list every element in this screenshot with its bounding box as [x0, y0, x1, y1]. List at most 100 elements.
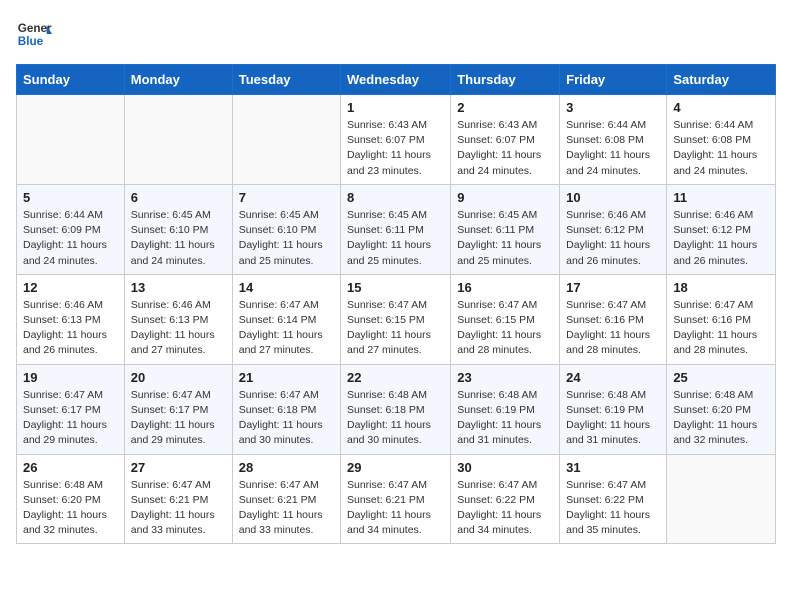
- calendar-week-4: 19 Sunrise: 6:47 AMSunset: 6:17 PMDayligh…: [17, 364, 776, 454]
- day-info: Sunrise: 6:48 AMSunset: 6:18 PMDaylight:…: [347, 388, 444, 449]
- day-info: Sunrise: 6:43 AMSunset: 6:07 PMDaylight:…: [347, 118, 444, 179]
- day-info: Sunrise: 6:43 AMSunset: 6:07 PMDaylight:…: [457, 118, 553, 179]
- day-info: Sunrise: 6:47 AMSunset: 6:21 PMDaylight:…: [131, 478, 226, 539]
- day-number: 19: [23, 370, 118, 385]
- day-number: 11: [673, 190, 769, 205]
- calendar-cell: 7 Sunrise: 6:45 AMSunset: 6:10 PMDaylight…: [232, 184, 340, 274]
- calendar-cell: 13Sunrise: 6:46 AMSunset: 6:13 PMDayligh…: [124, 274, 232, 364]
- calendar-cell: 22 Sunrise: 6:48 AMSunset: 6:18 PMDayligh…: [341, 364, 451, 454]
- calendar-cell: 11 Sunrise: 6:46 AMSunset: 6:12 PMDayligh…: [667, 184, 776, 274]
- day-info: Sunrise: 6:47 AMSunset: 6:22 PMDaylight:…: [457, 478, 553, 539]
- day-info: Sunrise: 6:47 AMSunset: 6:15 PMDaylight:…: [457, 298, 553, 359]
- day-info: Sunrise: 6:45 AMSunset: 6:10 PMDaylight:…: [239, 208, 334, 269]
- calendar-cell: 28 Sunrise: 6:47 AMSunset: 6:21 PMDayligh…: [232, 454, 340, 544]
- day-info: Sunrise: 6:47 AMSunset: 6:22 PMDaylight:…: [566, 478, 660, 539]
- calendar-cell: 21 Sunrise: 6:47 AMSunset: 6:18 PMDayligh…: [232, 364, 340, 454]
- day-number: 30: [457, 460, 553, 475]
- weekday-header-tuesday: Tuesday: [232, 65, 340, 95]
- day-info: Sunrise: 6:47 AMSunset: 6:16 PMDaylight:…: [673, 298, 769, 359]
- calendar-cell: 19 Sunrise: 6:47 AMSunset: 6:17 PMDayligh…: [17, 364, 125, 454]
- day-info: Sunrise: 6:46 AMSunset: 6:12 PMDaylight:…: [673, 208, 769, 269]
- day-info: Sunrise: 6:47 AMSunset: 6:14 PMDaylight:…: [239, 298, 334, 359]
- calendar-cell: 16 Sunrise: 6:47 AMSunset: 6:15 PMDayligh…: [451, 274, 560, 364]
- day-number: 4: [673, 100, 769, 115]
- calendar-cell: 14 Sunrise: 6:47 AMSunset: 6:14 PMDayligh…: [232, 274, 340, 364]
- calendar-cell: 8 Sunrise: 6:45 AMSunset: 6:11 PMDaylight…: [341, 184, 451, 274]
- calendar-cell: 30 Sunrise: 6:47 AMSunset: 6:22 PMDayligh…: [451, 454, 560, 544]
- day-number: 29: [347, 460, 444, 475]
- day-number: 21: [239, 370, 334, 385]
- day-number: 12: [23, 280, 118, 295]
- day-number: 9: [457, 190, 553, 205]
- calendar-cell: 1Sunrise: 6:43 AMSunset: 6:07 PMDaylight…: [341, 95, 451, 185]
- calendar-cell: 6Sunrise: 6:45 AMSunset: 6:10 PMDaylight…: [124, 184, 232, 274]
- day-number: 31: [566, 460, 660, 475]
- day-info: Sunrise: 6:44 AMSunset: 6:08 PMDaylight:…: [566, 118, 660, 179]
- day-info: Sunrise: 6:46 AMSunset: 6:13 PMDaylight:…: [131, 298, 226, 359]
- day-number: 18: [673, 280, 769, 295]
- day-info: Sunrise: 6:44 AMSunset: 6:09 PMDaylight:…: [23, 208, 118, 269]
- weekday-header-wednesday: Wednesday: [341, 65, 451, 95]
- calendar-cell: [667, 454, 776, 544]
- calendar-cell: 4 Sunrise: 6:44 AMSunset: 6:08 PMDaylight…: [667, 95, 776, 185]
- day-number: 26: [23, 460, 118, 475]
- day-info: Sunrise: 6:44 AMSunset: 6:08 PMDaylight:…: [673, 118, 769, 179]
- day-number: 10: [566, 190, 660, 205]
- calendar-week-1: 1Sunrise: 6:43 AMSunset: 6:07 PMDaylight…: [17, 95, 776, 185]
- day-info: Sunrise: 6:47 AMSunset: 6:21 PMDaylight:…: [239, 478, 334, 539]
- day-number: 2: [457, 100, 553, 115]
- day-info: Sunrise: 6:45 AMSunset: 6:11 PMDaylight:…: [347, 208, 444, 269]
- day-info: Sunrise: 6:48 AMSunset: 6:19 PMDaylight:…: [566, 388, 660, 449]
- calendar-cell: 23Sunrise: 6:48 AMSunset: 6:19 PMDayligh…: [451, 364, 560, 454]
- day-number: 24: [566, 370, 660, 385]
- day-number: 23: [457, 370, 553, 385]
- day-number: 7: [239, 190, 334, 205]
- day-info: Sunrise: 6:47 AMSunset: 6:18 PMDaylight:…: [239, 388, 334, 449]
- page-header: General Blue: [16, 16, 776, 52]
- day-info: Sunrise: 6:45 AMSunset: 6:11 PMDaylight:…: [457, 208, 553, 269]
- logo: General Blue: [16, 16, 52, 52]
- day-number: 8: [347, 190, 444, 205]
- day-info: Sunrise: 6:46 AMSunset: 6:12 PMDaylight:…: [566, 208, 660, 269]
- day-number: 16: [457, 280, 553, 295]
- calendar-cell: 15Sunrise: 6:47 AMSunset: 6:15 PMDayligh…: [341, 274, 451, 364]
- day-info: Sunrise: 6:47 AMSunset: 6:17 PMDaylight:…: [23, 388, 118, 449]
- day-number: 3: [566, 100, 660, 115]
- day-number: 6: [131, 190, 226, 205]
- day-number: 20: [131, 370, 226, 385]
- calendar-cell: 25 Sunrise: 6:48 AMSunset: 6:20 PMDayligh…: [667, 364, 776, 454]
- day-number: 28: [239, 460, 334, 475]
- day-number: 27: [131, 460, 226, 475]
- calendar-cell: 2 Sunrise: 6:43 AMSunset: 6:07 PMDaylight…: [451, 95, 560, 185]
- day-info: Sunrise: 6:47 AMSunset: 6:15 PMDaylight:…: [347, 298, 444, 359]
- calendar-cell: 29 Sunrise: 6:47 AMSunset: 6:21 PMDayligh…: [341, 454, 451, 544]
- calendar-cell: 20Sunrise: 6:47 AMSunset: 6:17 PMDayligh…: [124, 364, 232, 454]
- calendar-cell: 31 Sunrise: 6:47 AMSunset: 6:22 PMDayligh…: [560, 454, 667, 544]
- calendar-table: SundayMondayTuesdayWednesdayThursdayFrid…: [16, 64, 776, 544]
- weekday-header-monday: Monday: [124, 65, 232, 95]
- day-number: 14: [239, 280, 334, 295]
- day-info: Sunrise: 6:48 AMSunset: 6:20 PMDaylight:…: [673, 388, 769, 449]
- day-number: 5: [23, 190, 118, 205]
- calendar-cell: 12 Sunrise: 6:46 AMSunset: 6:13 PMDayligh…: [17, 274, 125, 364]
- day-info: Sunrise: 6:47 AMSunset: 6:16 PMDaylight:…: [566, 298, 660, 359]
- calendar-cell: 27 Sunrise: 6:47 AMSunset: 6:21 PMDayligh…: [124, 454, 232, 544]
- day-number: 22: [347, 370, 444, 385]
- weekday-header-saturday: Saturday: [667, 65, 776, 95]
- weekday-header-thursday: Thursday: [451, 65, 560, 95]
- logo-icon: General Blue: [16, 16, 52, 52]
- calendar-cell: [232, 95, 340, 185]
- calendar-cell: 17 Sunrise: 6:47 AMSunset: 6:16 PMDayligh…: [560, 274, 667, 364]
- calendar-week-5: 26Sunrise: 6:48 AMSunset: 6:20 PMDayligh…: [17, 454, 776, 544]
- day-info: Sunrise: 6:47 AMSunset: 6:21 PMDaylight:…: [347, 478, 444, 539]
- calendar-cell: 26Sunrise: 6:48 AMSunset: 6:20 PMDayligh…: [17, 454, 125, 544]
- weekday-header-sunday: Sunday: [17, 65, 125, 95]
- calendar-cell: [124, 95, 232, 185]
- svg-text:Blue: Blue: [18, 35, 44, 48]
- day-number: 25: [673, 370, 769, 385]
- calendar-cell: 9 Sunrise: 6:45 AMSunset: 6:11 PMDaylight…: [451, 184, 560, 274]
- day-info: Sunrise: 6:46 AMSunset: 6:13 PMDaylight:…: [23, 298, 118, 359]
- calendar-cell: 5 Sunrise: 6:44 AMSunset: 6:09 PMDaylight…: [17, 184, 125, 274]
- calendar-cell: 18 Sunrise: 6:47 AMSunset: 6:16 PMDayligh…: [667, 274, 776, 364]
- day-number: 17: [566, 280, 660, 295]
